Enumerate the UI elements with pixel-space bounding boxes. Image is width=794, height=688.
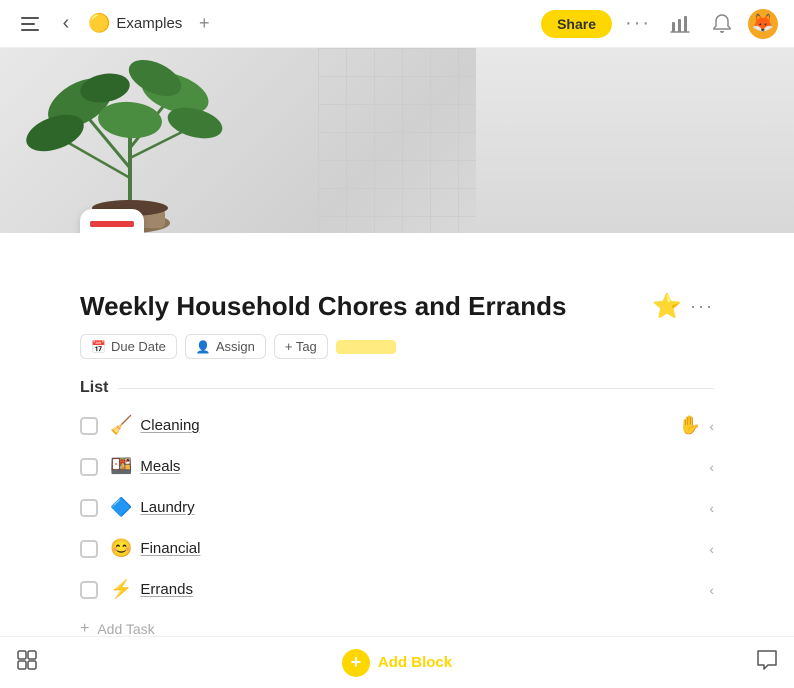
- chevron-icon-0[interactable]: ‹: [709, 418, 714, 434]
- hero-image: 17: [0, 48, 794, 233]
- bottom-bar: + Add Block: [0, 636, 794, 688]
- tag-value: [336, 340, 396, 354]
- top-nav: ‹ 🟡 Examples + Share ··· 🦊: [0, 0, 794, 48]
- due-date-button[interactable]: 📅 Due Date: [80, 334, 177, 359]
- item-emoji-4: ⚡: [110, 579, 132, 600]
- item-emoji-1: 🍱: [110, 456, 132, 477]
- list-item[interactable]: 😊 Financial ‹: [80, 528, 714, 569]
- item-emoji-2: 🔷: [110, 497, 132, 518]
- add-page-button[interactable]: +: [190, 10, 218, 38]
- section-title: List: [80, 379, 108, 397]
- item-text-4: Errands: [140, 581, 193, 598]
- item-checkbox-1[interactable]: [80, 458, 98, 476]
- calendar-icon: 📅: [91, 340, 106, 354]
- layout-icon[interactable]: [16, 649, 38, 677]
- assign-label: Assign: [216, 339, 255, 354]
- properties-row: 📅 Due Date 👤 Assign + Tag: [80, 334, 714, 359]
- item-right-2: ‹: [709, 500, 714, 516]
- page-icon: 17: [80, 209, 144, 233]
- person-icon: 👤: [196, 340, 211, 354]
- drag-handle-0[interactable]: ✋: [679, 415, 701, 436]
- page-title: Weekly Household Chores and Errands: [80, 291, 566, 322]
- add-task-label: Add Task: [97, 621, 154, 637]
- item-checkbox-4[interactable]: [80, 581, 98, 599]
- breadcrumb-emoji: 🟡: [88, 13, 110, 34]
- section-header: List: [80, 379, 714, 397]
- list-item[interactable]: 🔷 Laundry ‹: [80, 487, 714, 528]
- calendar-top-bar: [90, 221, 134, 227]
- add-block-label: Add Block: [378, 654, 452, 671]
- item-text-2: Laundry: [140, 499, 194, 516]
- share-button[interactable]: Share: [541, 10, 612, 38]
- nav-right: Share ··· 🦊: [541, 8, 778, 40]
- chevron-icon-1[interactable]: ‹: [709, 459, 714, 475]
- list-items: 🧹 Cleaning ✋ ‹ 🍱 Meals ‹ 🔷 Laundry ‹: [80, 405, 714, 648]
- comment-button[interactable]: [756, 649, 778, 677]
- item-emoji-3: 😊: [110, 538, 132, 559]
- more-options-button[interactable]: ···: [622, 8, 654, 40]
- item-text-0: Cleaning: [140, 417, 199, 434]
- item-right-0: ✋ ‹: [679, 415, 714, 436]
- chevron-icon-3[interactable]: ‹: [709, 541, 714, 557]
- item-right-1: ‹: [709, 459, 714, 475]
- page-icon-wrapper: 17: [80, 209, 144, 233]
- user-avatar[interactable]: 🦊: [748, 9, 778, 39]
- notifications-button[interactable]: [706, 8, 738, 40]
- item-text-3: Financial: [140, 540, 200, 557]
- list-item[interactable]: 🍱 Meals ‹: [80, 446, 714, 487]
- item-checkbox-2[interactable]: [80, 499, 98, 517]
- menu-icon[interactable]: [16, 10, 44, 38]
- add-block-button[interactable]: + Add Block: [342, 649, 452, 677]
- due-date-label: Due Date: [111, 339, 166, 354]
- list-item[interactable]: ⚡ Errands ‹: [80, 569, 714, 610]
- tag-label: + Tag: [285, 339, 317, 354]
- chevron-icon-2[interactable]: ‹: [709, 500, 714, 516]
- assign-button[interactable]: 👤 Assign: [185, 334, 266, 359]
- item-right-3: ‹: [709, 541, 714, 557]
- hero-plant-svg: [0, 48, 300, 233]
- item-checkbox-0[interactable]: [80, 417, 98, 435]
- add-block-circle: +: [342, 649, 370, 677]
- section-divider: [118, 388, 714, 389]
- page-more-button[interactable]: ···: [690, 296, 714, 317]
- item-checkbox-3[interactable]: [80, 540, 98, 558]
- nav-left: ‹ 🟡 Examples +: [16, 10, 218, 38]
- favorite-button[interactable]: ⭐: [652, 292, 682, 321]
- breadcrumb[interactable]: 🟡 Examples: [88, 13, 182, 34]
- back-button[interactable]: ‹: [52, 10, 80, 38]
- content-area: Weekly Household Chores and Errands ⭐ ··…: [0, 291, 794, 648]
- breadcrumb-text: Examples: [116, 15, 182, 32]
- item-text-1: Meals: [140, 458, 180, 475]
- list-item[interactable]: 🧹 Cleaning ✋ ‹: [80, 405, 714, 446]
- tag-button[interactable]: + Tag: [274, 334, 328, 359]
- hero-wall: [476, 48, 794, 233]
- title-row: Weekly Household Chores and Errands ⭐ ··…: [80, 291, 714, 322]
- activity-button[interactable]: [664, 8, 696, 40]
- title-actions: ⭐ ···: [652, 292, 714, 321]
- item-emoji-0: 🧹: [110, 415, 132, 436]
- item-right-4: ‹: [709, 582, 714, 598]
- chevron-icon-4[interactable]: ‹: [709, 582, 714, 598]
